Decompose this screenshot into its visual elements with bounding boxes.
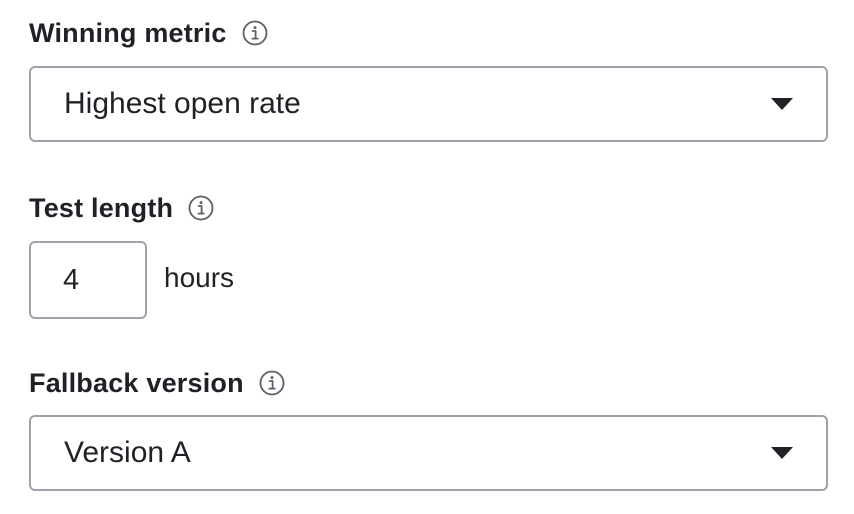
info-icon[interactable] bbox=[188, 195, 214, 221]
caret-down-icon bbox=[770, 446, 794, 460]
caret-down-icon bbox=[770, 97, 794, 111]
test-length-label: Test length bbox=[29, 192, 174, 223]
info-icon[interactable] bbox=[242, 20, 268, 46]
fallback-version-selected-value: Version A bbox=[64, 436, 191, 469]
winning-metric-selected-value: Highest open rate bbox=[64, 87, 301, 120]
test-length-unit: hours bbox=[164, 262, 235, 293]
winning-metric-select[interactable]: Highest open rate bbox=[29, 66, 828, 142]
winning-metric-label-row: Winning metric bbox=[29, 15, 268, 51]
test-length-label-row: Test length bbox=[29, 190, 214, 226]
test-length-input[interactable] bbox=[29, 241, 147, 319]
fallback-version-label: Fallback version bbox=[29, 367, 244, 398]
fallback-version-select[interactable]: Version A bbox=[29, 415, 828, 491]
fallback-version-label-row: Fallback version bbox=[29, 365, 285, 401]
info-icon[interactable] bbox=[259, 370, 285, 396]
winning-metric-label: Winning metric bbox=[29, 17, 227, 48]
